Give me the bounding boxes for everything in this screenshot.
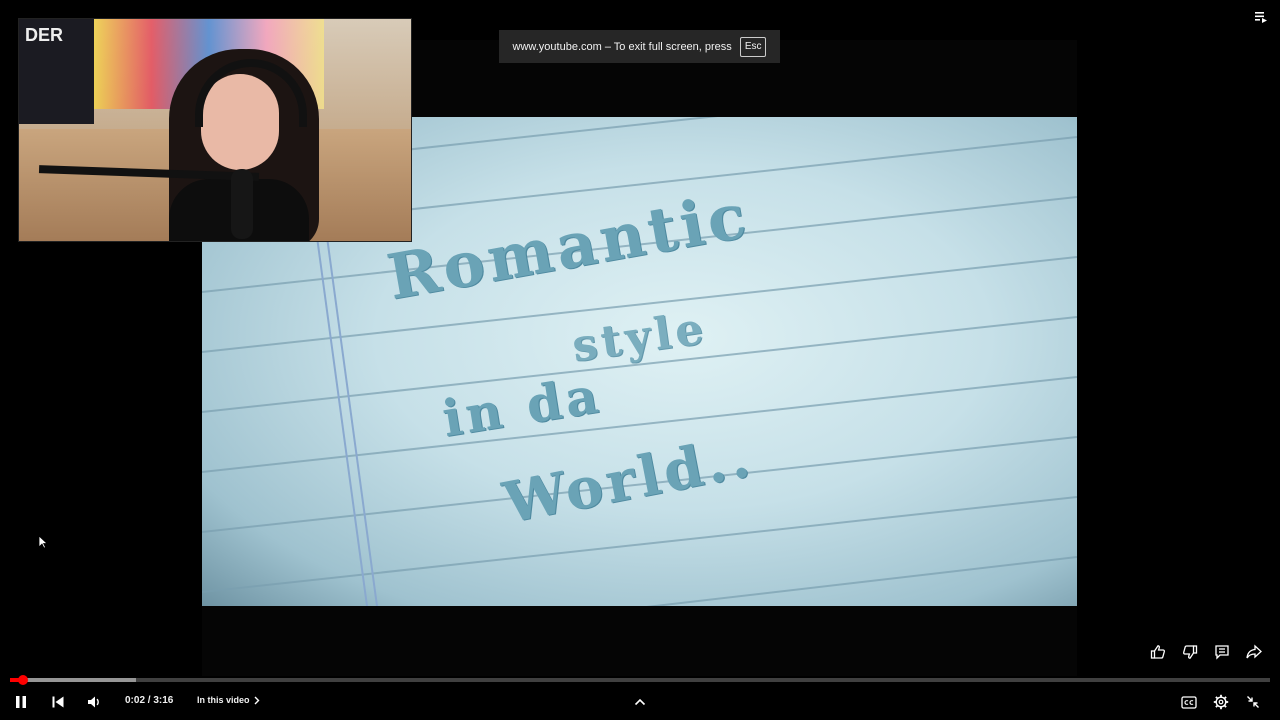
video-actions — [1147, 641, 1264, 663]
pause-icon — [16, 696, 26, 708]
previous-icon — [52, 696, 64, 708]
exit-fullscreen-button[interactable] — [1241, 690, 1265, 714]
webcam-overlay: DER — [18, 18, 412, 242]
volume-icon — [88, 696, 99, 708]
expand-button[interactable] — [628, 690, 652, 714]
fullscreen-notice: www.youtube.com – To exit full screen, p… — [499, 30, 780, 63]
mouse-cursor-icon — [38, 535, 49, 549]
settings-button[interactable] — [1209, 690, 1233, 714]
video-player[interactable]: Romantic style in da World.. DER www.you… — [0, 0, 1280, 720]
chevron-up-icon — [634, 698, 646, 706]
chapter-label: In this video — [197, 695, 250, 705]
progress-buffered — [10, 678, 136, 682]
pause-button[interactable] — [9, 690, 33, 714]
captions-icon — [1181, 695, 1197, 709]
time-display: 0:02 / 3:16 — [125, 695, 174, 706]
thumbs-up-icon[interactable] — [1147, 641, 1168, 663]
previous-button[interactable] — [46, 690, 70, 714]
microphone — [231, 169, 253, 239]
playlist-icon[interactable] — [1254, 10, 1268, 24]
chapter-button[interactable]: In this video — [197, 695, 260, 705]
captions-button[interactable] — [1177, 690, 1201, 714]
player-controls: 0:02 / 3:16 In this video — [0, 688, 1280, 716]
progress-scrubber-handle[interactable] — [18, 675, 29, 685]
gear-icon — [1213, 694, 1229, 710]
poster: DER — [19, 19, 94, 124]
fullscreen-notice-text: www.youtube.com – To exit full screen, p… — [512, 40, 732, 53]
comment-icon[interactable] — [1211, 641, 1232, 663]
chevron-right-icon — [254, 696, 260, 704]
esc-key-badge: Esc — [739, 36, 767, 57]
progress-bar[interactable] — [10, 675, 1270, 685]
volume-button[interactable] — [83, 690, 107, 714]
share-icon[interactable] — [1243, 641, 1264, 663]
exit-fullscreen-icon — [1247, 696, 1259, 708]
poster-text: DER — [25, 25, 64, 45]
thumbs-down-icon[interactable] — [1179, 641, 1200, 663]
